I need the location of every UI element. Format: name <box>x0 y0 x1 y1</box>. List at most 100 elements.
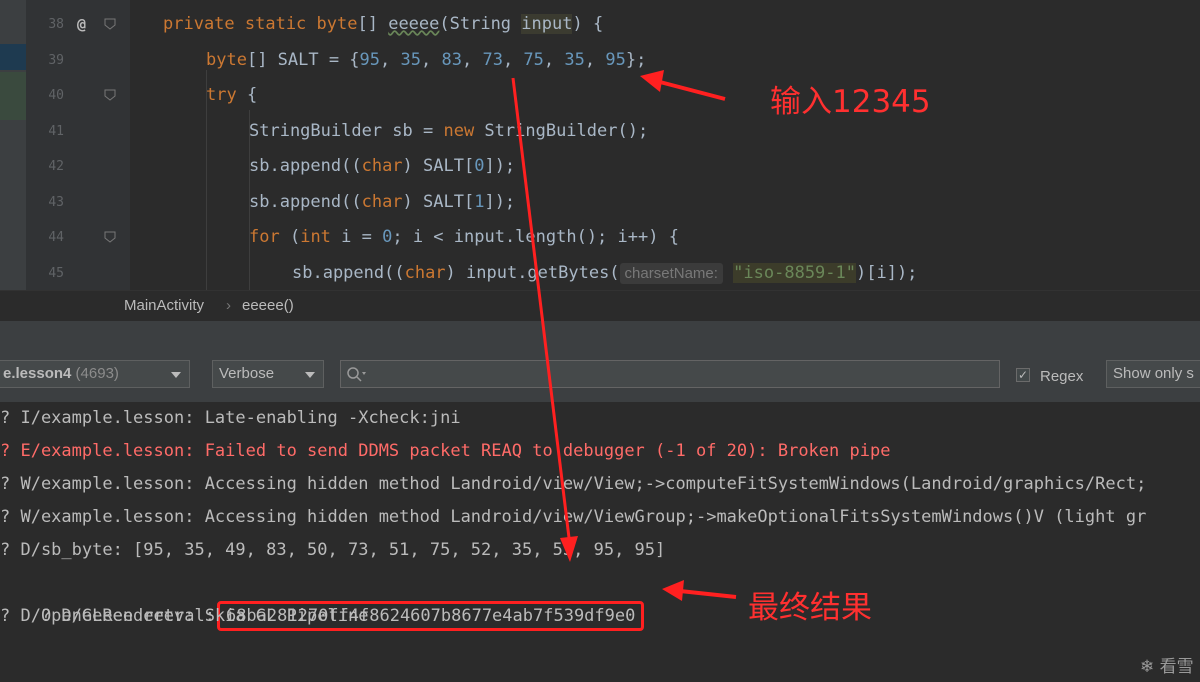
code-token: , <box>461 49 483 70</box>
code-token: private static <box>163 14 317 34</box>
code-text: for (int i = 0; i < input.length(); i++)… <box>249 220 679 255</box>
process-name: e.lesson4 <box>3 365 72 382</box>
code-token: int <box>300 227 331 247</box>
code-token: 35 <box>400 49 421 70</box>
log-line: ? W/example.lesson: Accessing hidden met… <box>0 474 1147 494</box>
override-annotation-icon[interactable]: @ <box>77 7 86 42</box>
code-text: sb.append((char) SALT[1]); <box>249 185 515 220</box>
code-token: ) input.getBytes( <box>445 262 620 283</box>
code-text: sb.append((char) SALT[0]); <box>249 149 515 184</box>
code-token: )[i]); <box>856 262 918 283</box>
code-token: StringBuilder(); <box>474 120 649 141</box>
code-token: [] <box>357 14 389 34</box>
code-token: ; i < input.length(); i++) { <box>392 227 679 247</box>
chevron-down-icon <box>305 372 315 378</box>
code-token: sb.append(( <box>292 262 405 283</box>
code-token: byte <box>316 14 358 34</box>
line-number: 41 <box>48 123 64 139</box>
breadcrumb-separator: › <box>226 297 231 314</box>
line-number: 43 <box>48 194 64 210</box>
code-token: { <box>236 85 258 105</box>
logcat-output[interactable]: ? I/example.lesson: Late-enabling -Xchec… <box>0 402 1200 682</box>
line-number: 45 <box>48 265 64 281</box>
code-line[interactable]: 39 byte[] SALT = {95, 35, 83, 73, 75, 35,… <box>0 43 1200 78</box>
parameter-hint: charsetName: <box>619 262 723 284</box>
code-line[interactable]: 42 sb.append((char) SALT[0]); <box>0 149 1200 184</box>
line-number: 40 <box>48 88 64 103</box>
line-number: 44 <box>48 230 64 245</box>
code-editor[interactable]: 38 @ private static byte[] eeeee(String in… <box>0 0 1200 290</box>
log-line: ? W/example.lesson: Accessing hidden met… <box>0 507 1147 527</box>
log-line-error: ? E/example.lesson: Failed to send DDMS … <box>0 441 891 461</box>
code-token: ]); <box>484 156 516 176</box>
logcat-search-input[interactable] <box>340 360 1000 388</box>
code-token: , <box>502 49 524 70</box>
code-text: byte[] SALT = {95, 35, 83, 73, 75, 35, 9… <box>206 43 646 78</box>
show-only-dropdown[interactable]: Show only s <box>1106 360 1200 388</box>
line-number: 38 <box>48 17 64 32</box>
code-token: 73 <box>482 49 503 70</box>
log-line: ? I/example.lesson: Late-enabling -Xchec… <box>0 408 461 428</box>
code-token: ( <box>279 227 301 247</box>
code-text: private static byte[] eeeee(String input… <box>163 7 603 42</box>
code-token: , <box>380 49 401 70</box>
code-line[interactable]: 38 @ private static byte[] eeeee(String in… <box>0 7 1200 42</box>
code-text: try { <box>206 78 257 113</box>
code-token: , <box>584 49 606 70</box>
code-line[interactable]: 41 StringBuilder sb = new StringBuilder()… <box>0 114 1200 149</box>
fold-icon[interactable] <box>104 231 116 243</box>
code-token: i = <box>330 227 383 247</box>
result-annotation: 最终结果 <box>748 590 872 626</box>
breadcrumb-class[interactable]: MainActivity <box>124 297 204 314</box>
code-token: 1 <box>474 191 485 212</box>
code-token: for <box>249 227 280 247</box>
line-number: 42 <box>48 159 64 174</box>
code-token: 0 <box>474 156 485 176</box>
code-token: 0 <box>382 227 393 247</box>
fold-icon[interactable] <box>104 18 116 30</box>
search-icon <box>347 367 366 382</box>
code-token: byte <box>206 49 247 70</box>
code-token: 83 <box>441 49 462 70</box>
code-token: input <box>521 14 573 34</box>
code-token: char <box>404 262 446 283</box>
code-token: (String <box>439 14 522 34</box>
code-token: ]); <box>484 191 516 212</box>
line-number: 39 <box>48 52 64 68</box>
code-token: sb.append(( <box>249 191 362 212</box>
code-token: ) SALT[ <box>402 156 475 176</box>
code-token: char <box>361 191 403 212</box>
code-token: 95 <box>605 49 626 70</box>
watermark-text: 看雪 <box>1159 657 1194 677</box>
code-token: [] SALT = { <box>246 49 360 70</box>
log-line: ? D/sb_byte: [95, 35, 49, 83, 50, 73, 51… <box>0 540 666 560</box>
code-line[interactable]: 40 try { <box>0 78 1200 113</box>
regex-checkbox[interactable]: ✓ <box>1016 368 1030 382</box>
breadcrumb: MainActivity › eeeee() <box>0 290 1200 321</box>
panel-divider[interactable] <box>0 320 1200 351</box>
log-level-dropdown[interactable]: Verbose <box>212 360 324 388</box>
code-token: "iso-8859-1" <box>733 262 856 283</box>
code-token: char <box>361 156 403 176</box>
code-text: sb.append((char) input.getBytes(charsetN… <box>292 256 917 291</box>
code-line[interactable]: 45 sb.append((char) input.getBytes(charse… <box>0 256 1200 291</box>
breadcrumb-method[interactable]: eeeee() <box>242 297 294 314</box>
input-annotation: 输入12345 <box>770 84 931 120</box>
code-line[interactable]: 44 for (int i = 0; i < input.length(); i+… <box>0 220 1200 255</box>
logcat-toolbar: e.lesson4 (4693) Verbose ✓ Regex Show on… <box>0 350 1200 402</box>
code-token: sb.append(( <box>249 156 362 176</box>
process-dropdown[interactable]: e.lesson4 (4693) <box>0 360 190 388</box>
code-text: StringBuilder sb = new StringBuilder(); <box>249 114 648 149</box>
code-token: }; <box>625 49 647 70</box>
log-line: ? D/OpenGLRenderer: Skia GL Pipeline <box>0 606 369 626</box>
code-line[interactable]: 43 sb.append((char) SALT[1]); <box>0 185 1200 220</box>
show-only-label: Show only s <box>1113 365 1194 382</box>
regex-label: Regex <box>1040 368 1084 385</box>
watermark-logo: ❄ 看雪 <box>1140 657 1194 677</box>
code-token: eeeee <box>388 14 440 34</box>
code-token: 95 <box>359 49 381 70</box>
fold-icon[interactable] <box>104 89 116 101</box>
code-token: try <box>206 85 237 105</box>
log-line-retval: ? D/eeeee retval: 68ba281270ff4f8624607b8… <box>0 567 645 631</box>
code-token: , <box>421 49 442 70</box>
